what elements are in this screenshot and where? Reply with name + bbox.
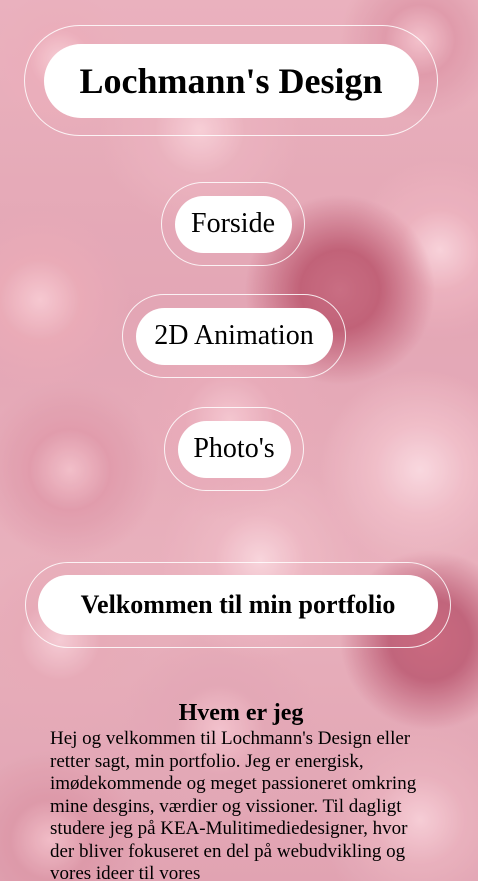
about-text: Hej og velkommen til Lochmann's Design e… xyxy=(50,728,417,881)
nav-item-2d-animation: 2D Animation xyxy=(122,294,346,378)
nav-link-2d-animation[interactable]: 2D Animation xyxy=(135,307,333,365)
nav-link-forside[interactable]: Forside xyxy=(174,195,292,253)
welcome-title: Velkommen til min portfolio xyxy=(38,575,438,635)
page-content: Lochmann's Design Forside 2D Animation P… xyxy=(0,0,478,881)
site-title[interactable]: Lochmann's Design xyxy=(43,43,419,118)
welcome-banner: Velkommen til min portfolio xyxy=(25,562,451,648)
about-heading: Hvem er jeg xyxy=(178,700,304,726)
nav-item-photos: Photo's xyxy=(164,407,304,491)
nav-link-photos[interactable]: Photo's xyxy=(177,420,291,478)
site-header: Lochmann's Design xyxy=(24,25,438,136)
nav-item-forside: Forside xyxy=(161,182,305,266)
about-section: Hvem er jeg Hej og velkommen til Lochman… xyxy=(50,698,432,881)
